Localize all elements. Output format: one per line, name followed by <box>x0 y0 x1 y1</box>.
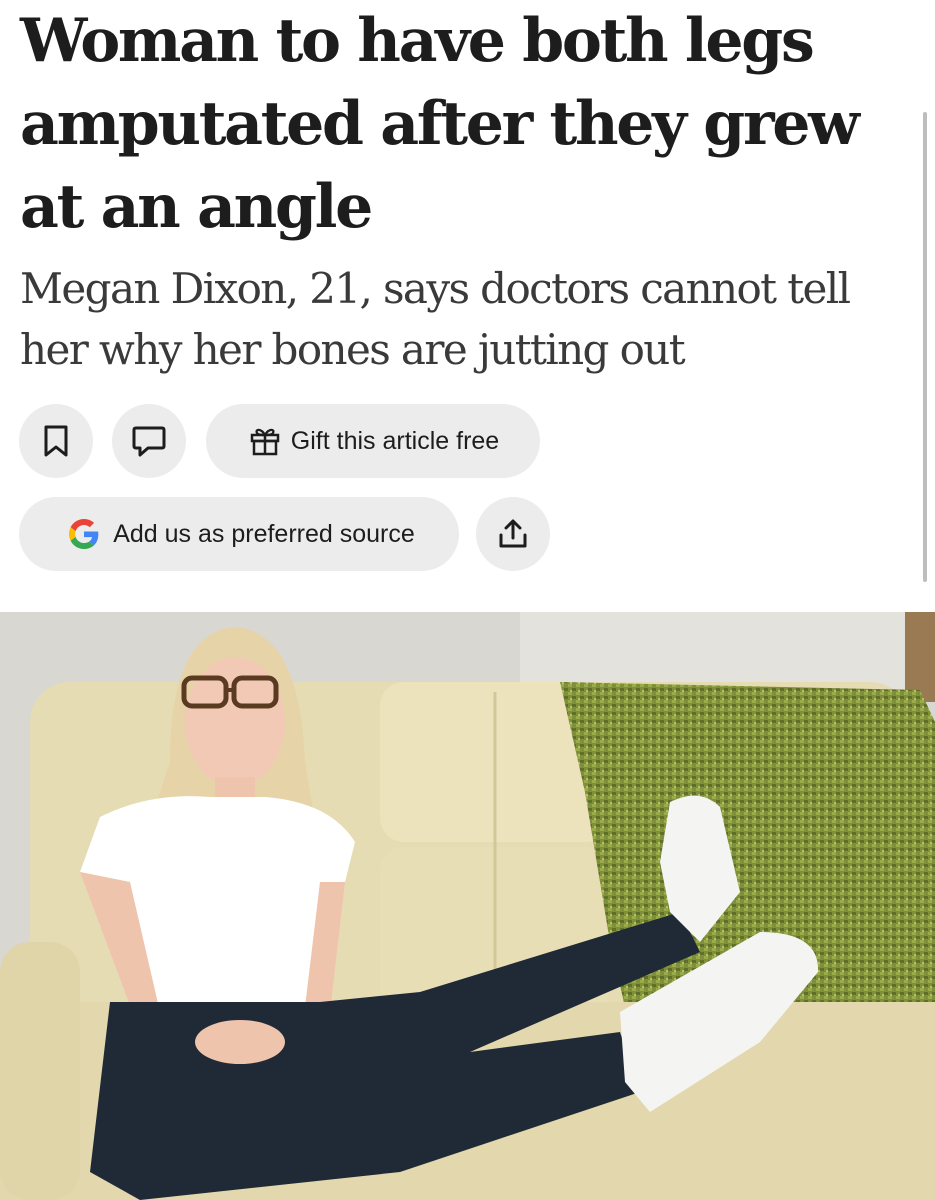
preferred-source-button[interactable]: Add us as preferred source <box>19 497 459 571</box>
article-headline: Woman to have both legs amputated after … <box>20 6 860 242</box>
gift-article-button[interactable]: Gift this article free <box>206 404 540 478</box>
google-g-icon <box>69 519 99 549</box>
bookmark-icon <box>41 424 71 458</box>
share-button[interactable] <box>476 497 550 571</box>
comment-icon <box>131 424 167 458</box>
gift-icon <box>249 426 281 456</box>
bookmark-button[interactable] <box>19 404 93 478</box>
comments-button[interactable] <box>112 404 186 478</box>
gift-article-label: Gift this article free <box>290 426 500 455</box>
share-icon <box>496 517 530 551</box>
preferred-source-label: Add us as preferred source <box>113 519 415 548</box>
scrollbar-thumb[interactable] <box>923 112 927 582</box>
article-standfirst: Megan Dixon, 21, says doctors cannot tel… <box>20 264 851 374</box>
article-photo <box>0 612 935 1200</box>
